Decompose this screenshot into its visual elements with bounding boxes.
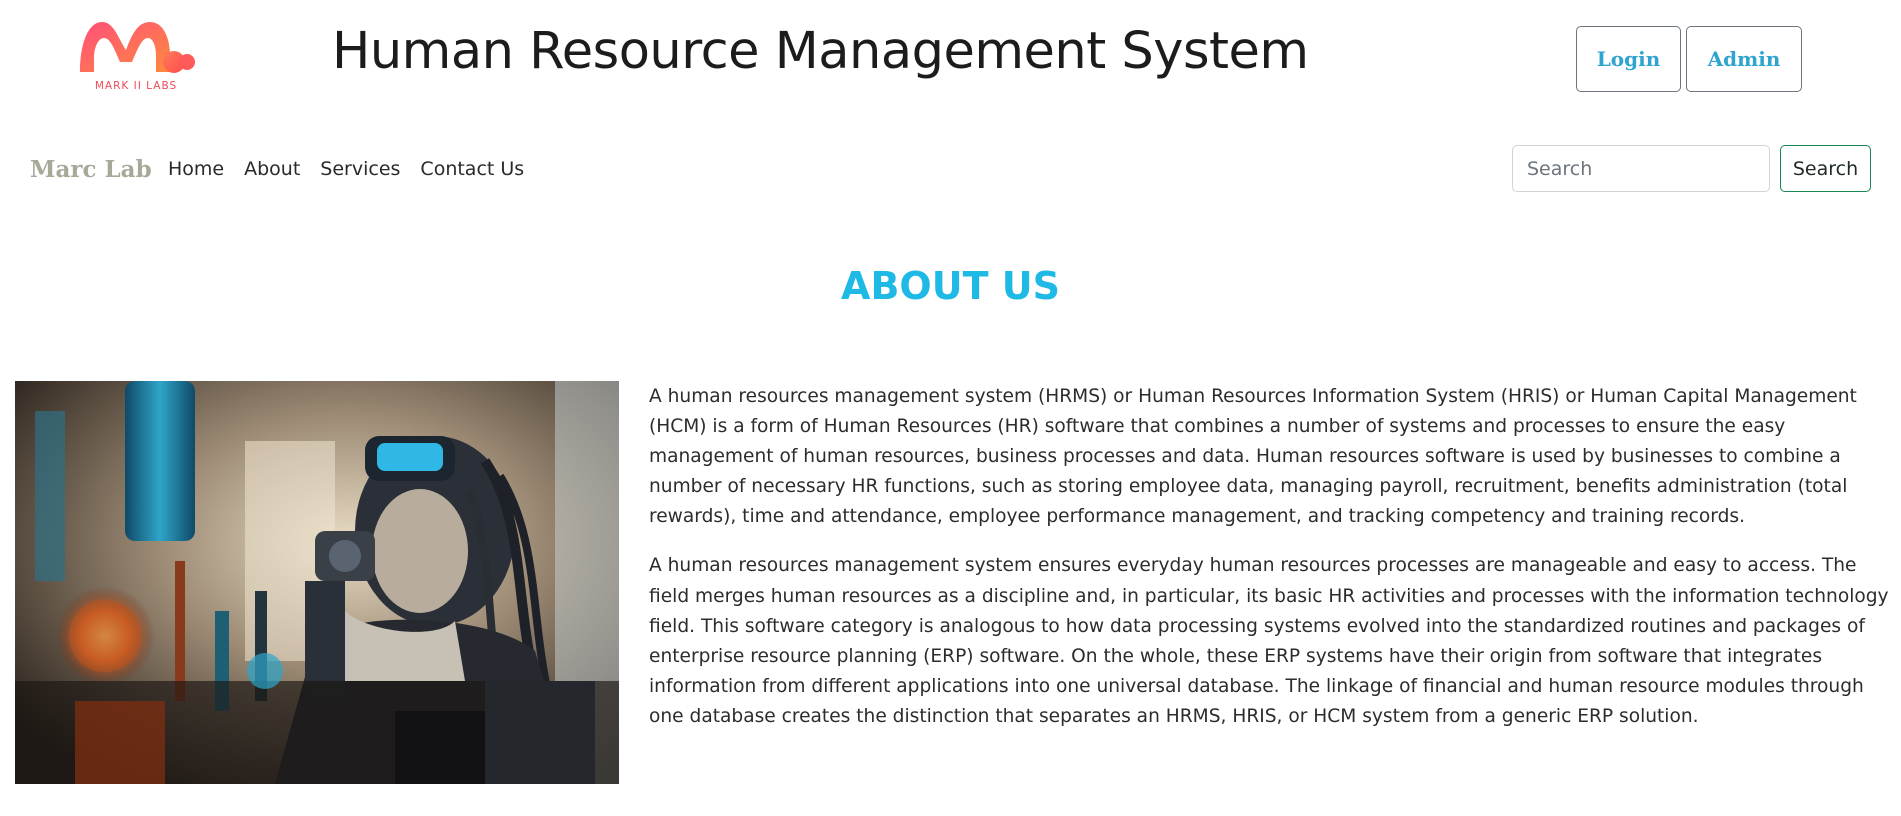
scientist-illustration-icon <box>15 381 619 784</box>
login-button[interactable]: Login <box>1576 26 1681 92</box>
about-paragraph: A human resources management system ensu… <box>649 555 1889 727</box>
mark-ii-labs-logo[interactable]: MARK II LABS <box>74 14 198 96</box>
about-text: A human resources management system (HRM… <box>649 382 1889 751</box>
about-us-heading: ABOUT US <box>841 264 1060 308</box>
nav-link-contact-us[interactable]: Contact Us <box>420 158 524 180</box>
nav-links: Home About Services Contact Us <box>168 158 544 180</box>
search-input[interactable] <box>1512 145 1770 192</box>
site-header: MARK II LABS Human Resource Management S… <box>0 0 1901 122</box>
search-button[interactable]: Search <box>1780 145 1871 192</box>
nav-link-about[interactable]: About <box>244 158 300 180</box>
logo-text: MARK II LABS <box>94 80 178 92</box>
navbar-brand[interactable]: Marc Lab <box>30 156 152 183</box>
nav-link-services[interactable]: Services <box>320 158 400 180</box>
nav-link-home[interactable]: Home <box>168 158 224 180</box>
logo-mark-icon <box>80 22 195 73</box>
admin-button[interactable]: Admin <box>1686 26 1802 92</box>
about-paragraph: A human resources management system (HRM… <box>649 386 1857 528</box>
site-title: Human Resource Management System <box>332 22 1309 81</box>
about-image <box>15 381 619 784</box>
